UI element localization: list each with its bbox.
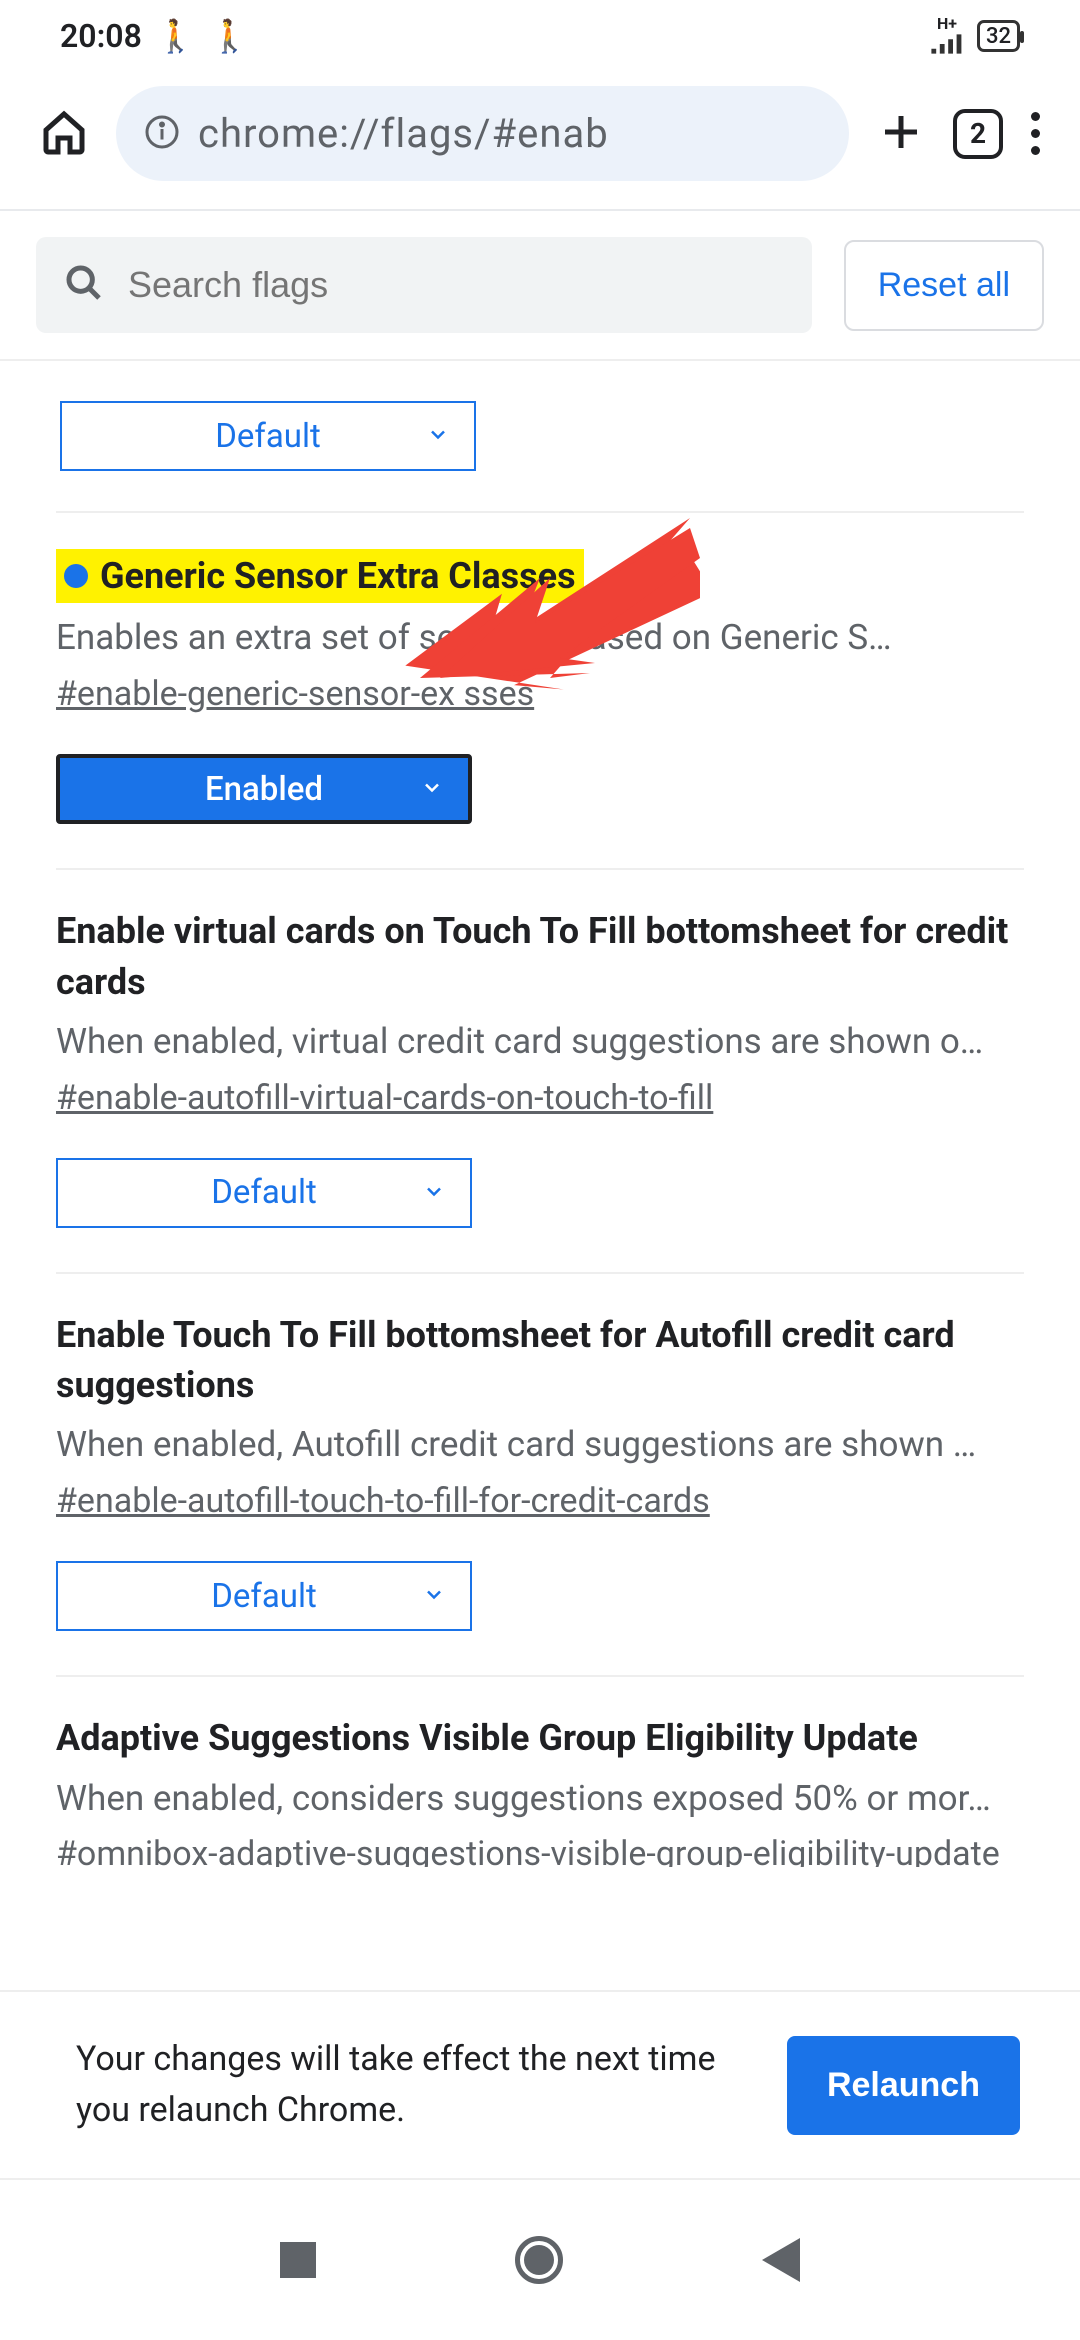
chevron-down-icon: [420, 770, 444, 809]
search-row: Reset all: [0, 211, 1080, 359]
pedometer-icon: 🚶: [156, 17, 196, 55]
flag-title: Enable Touch To Fill bottomsheet for Aut…: [56, 1310, 1024, 1411]
battery-icon: 32: [977, 20, 1020, 52]
relaunch-button[interactable]: Relaunch: [787, 2036, 1020, 2135]
chevron-down-icon: [426, 417, 450, 456]
menu-icon[interactable]: [1031, 112, 1040, 155]
relaunch-bar: Your changes will take effect the next t…: [0, 1990, 1080, 2180]
chevron-down-icon: [422, 1173, 446, 1212]
search-flags-box[interactable]: [36, 237, 812, 333]
chevron-down-icon: [422, 1577, 446, 1616]
flag-description: Enables an extra set of sensor cla ased …: [56, 613, 1024, 664]
flag-description: When enabled, Autofill credit card sugge…: [56, 1420, 1024, 1471]
modified-dot-icon: [64, 564, 88, 588]
flag-entry-adaptive-suggestions: Adaptive Suggestions Visible Group Eligi…: [0, 1677, 1080, 1867]
pedometer-icon: 🚶: [210, 17, 250, 55]
flag-title: Adaptive Suggestions Visible Group Eligi…: [56, 1713, 1024, 1763]
flag-entry-generic-sensor: Generic Sensor Extra Classes Enables an …: [0, 513, 1080, 868]
flags-list: Default Generic Sensor Extra Classes Ena…: [0, 361, 1080, 1867]
flag-description: When enabled, virtual credit card sugges…: [56, 1017, 1024, 1068]
browser-toolbar: chrome://flags/#enab 2: [0, 66, 1080, 209]
flag-select[interactable]: Enabled: [56, 754, 472, 824]
flag-title: Enable virtual cards on Touch To Fill bo…: [56, 906, 1024, 1007]
home-icon[interactable]: [40, 108, 88, 160]
url-text: chrome://flags/#enab: [198, 110, 609, 157]
system-nav-bar: [0, 2180, 1080, 2340]
flag-hash-link[interactable]: #omnibox-adaptive-suggestions-visible-gr…: [56, 1834, 1000, 1867]
flag-title: Generic Sensor Extra Classes: [56, 549, 584, 603]
url-bar[interactable]: chrome://flags/#enab: [116, 86, 849, 181]
back-button[interactable]: [762, 2238, 800, 2282]
flag-hash-link[interactable]: #enable-autofill-virtual-cards-on-touch-…: [56, 1078, 713, 1118]
tab-switcher[interactable]: 2: [953, 109, 1003, 159]
reset-all-button[interactable]: Reset all: [844, 240, 1044, 331]
search-icon: [64, 263, 104, 307]
search-input[interactable]: [128, 264, 784, 306]
flag-hash-link[interactable]: #enable-generic-sensor-ex sses: [56, 674, 534, 714]
home-button[interactable]: [515, 2236, 563, 2284]
status-time: 20:08: [60, 17, 142, 55]
flag-description: When enabled, considers suggestions expo…: [56, 1774, 1024, 1825]
flag-entry-touch-to-fill: Enable Touch To Fill bottomsheet for Aut…: [0, 1274, 1080, 1676]
flag-hash-link[interactable]: #enable-autofill-touch-to-fill-for-credi…: [56, 1481, 710, 1521]
new-tab-icon[interactable]: [877, 108, 925, 160]
flag-select[interactable]: Default: [56, 1158, 472, 1228]
info-icon: [144, 114, 180, 154]
flag-select[interactable]: Default: [56, 1561, 472, 1631]
network-icon: H+: [929, 16, 965, 56]
status-bar: 20:08 🚶 🚶 H+ 32: [0, 0, 1080, 66]
recent-apps-button[interactable]: [280, 2242, 316, 2278]
flag-entry-virtual-cards: Enable virtual cards on Touch To Fill bo…: [0, 870, 1080, 1272]
flag-entry-partial: Default: [0, 361, 1080, 511]
relaunch-message: Your changes will take effect the next t…: [76, 2034, 767, 2136]
flag-select[interactable]: Default: [60, 401, 476, 471]
